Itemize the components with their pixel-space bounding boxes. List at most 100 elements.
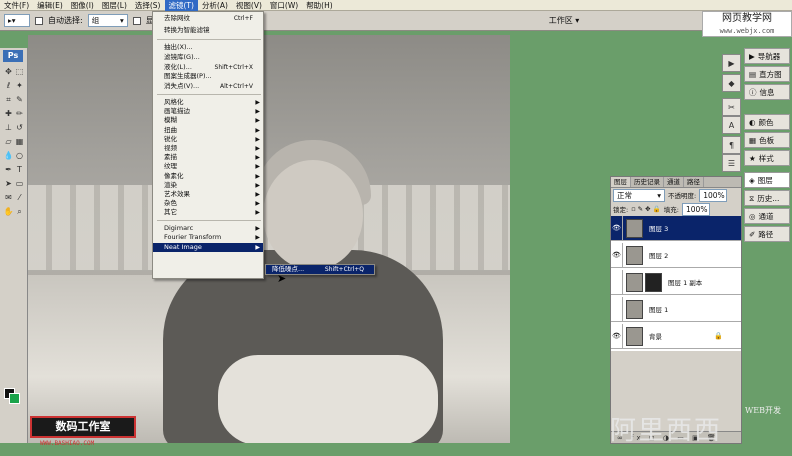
notes-tool-icon[interactable]: ✉ (3, 192, 14, 203)
clone-stamp-icon[interactable]: ⊥ (3, 122, 14, 133)
menu-0[interactable]: 文件(F) (0, 0, 33, 11)
filter-plugin-0[interactable]: Digimarc ▶ (153, 224, 263, 233)
filter-category-3[interactable]: 扭曲 ▶ (153, 126, 263, 135)
healing-brush-icon[interactable]: ✚ (3, 108, 14, 119)
filter-category-6[interactable]: 素描 ▶ (153, 153, 263, 162)
dock-button-5[interactable]: ☰ (722, 154, 741, 172)
tab-1[interactable]: 历史记录 (631, 177, 664, 187)
dock-panel-group1-0[interactable]: ▶ 导航器 (744, 48, 790, 64)
hand-tool-icon[interactable]: ✋ (3, 206, 14, 217)
marquee-tool-icon[interactable]: ⬚ (14, 66, 25, 77)
filter-category-5[interactable]: 视频 ▶ (153, 144, 263, 153)
visibility-eye-icon[interactable] (611, 296, 623, 322)
menu-9[interactable]: 帮助(H) (302, 0, 337, 11)
visibility-eye-icon[interactable]: 👁 (611, 215, 623, 241)
dock-panel-group3-2[interactable]: ◎ 通道 (744, 208, 790, 224)
filter-top-1[interactable]: 转换为智能滤镜 (153, 26, 263, 35)
pen-tool-icon[interactable]: ✒ (3, 164, 14, 175)
menu-5[interactable]: 滤镜(T) (164, 0, 198, 11)
dock-panel-group3-1[interactable]: ⧖ 历史... (744, 190, 790, 206)
magic-wand-icon[interactable]: ✦ (14, 80, 25, 91)
filter-category-7[interactable]: 纹理 ▶ (153, 162, 263, 171)
auto-select-checkbox[interactable] (35, 16, 43, 25)
tool-preset-picker[interactable]: ▸▾ (4, 14, 30, 27)
opacity-field[interactable]: 100% (699, 188, 728, 202)
document-canvas[interactable] (28, 35, 510, 443)
filter-category-11[interactable]: 杂色 ▶ (153, 199, 263, 208)
filter-category-0[interactable]: 风格化 ▶ (153, 98, 263, 107)
dock-button-3[interactable]: A (722, 116, 741, 134)
path-select-icon[interactable]: ➤ (3, 178, 14, 189)
layer-row[interactable]: 👁 图层 3 (611, 215, 741, 241)
lasso-tool-icon[interactable]: ℓ (3, 80, 14, 91)
shape-tool-icon[interactable]: ▭ (14, 178, 25, 189)
dock-panel-group3-0[interactable]: ◈ 图层 (744, 172, 790, 188)
auto-select-dropdown[interactable]: 组 ▾ (87, 14, 128, 27)
workspace-menu[interactable]: 工作区 ▾ (549, 15, 580, 26)
dock-panel-group2-2[interactable]: ★ 样式 (744, 150, 790, 166)
filter-plugin-2[interactable]: Neat Image ▶ (153, 242, 263, 252)
dock-panel-label: 直方图 (759, 69, 782, 79)
filter-category-12[interactable]: 其它 ▶ (153, 208, 263, 217)
eyedropper-icon[interactable]: ⁄ (14, 192, 25, 203)
filter-category-1[interactable]: 画笔描边 ▶ (153, 107, 263, 116)
filter-category-10[interactable]: 艺术效果 ▶ (153, 190, 263, 199)
history-brush-icon[interactable]: ↺ (14, 122, 25, 133)
zoom-tool-icon[interactable]: ⌕ (14, 206, 25, 217)
filter-top-0[interactable]: 去除网纹 Ctrl+F (153, 14, 263, 23)
dock-button-2[interactable]: ✂ (722, 98, 741, 116)
filter-category-2[interactable]: 模糊 ▶ (153, 116, 263, 125)
show-transform-checkbox[interactable] (132, 16, 141, 25)
blur-tool-icon[interactable]: 💧 (3, 150, 14, 161)
filter-plugin-1[interactable]: Fourier Transform ▶ (153, 233, 263, 242)
menu-8[interactable]: 窗口(W) (266, 0, 302, 11)
info-icon: ⓘ (749, 87, 757, 97)
menu-3[interactable]: 图层(L) (98, 0, 131, 11)
dock-button-4[interactable]: ¶ (722, 136, 741, 154)
gradient-tool-icon[interactable]: ▦ (14, 136, 25, 147)
filter-group2-3[interactable]: 图案生成器(P)... (153, 72, 263, 81)
fill-field[interactable]: 100% (682, 202, 710, 216)
filter-group2-1[interactable]: 滤镜库(G)... (153, 53, 263, 62)
filter-group2-4[interactable]: 消失点(V)... Alt+Ctrl+V (153, 82, 263, 91)
menu-7[interactable]: 视图(V) (232, 0, 266, 11)
background-color-swatch[interactable] (9, 393, 20, 404)
menu-4[interactable]: 选择(S) (131, 0, 165, 11)
crop-tool-icon[interactable]: ⌗ (3, 94, 14, 105)
layer-row[interactable]: 👁 图层 2 (611, 242, 741, 268)
filter-item-label: 图案生成器(P)... (164, 72, 212, 81)
filter-group2-2[interactable]: 液化(L)... Shift+Ctrl+X (153, 63, 263, 72)
dock-panel-group1-1[interactable]: ▤ 直方图 (744, 66, 790, 82)
menu-6[interactable]: 分析(A) (198, 0, 232, 11)
menu-1[interactable]: 编辑(E) (33, 0, 67, 11)
dodge-tool-icon[interactable]: ○ (14, 150, 25, 161)
blend-mode-select[interactable]: 正常 ▾ (613, 188, 665, 202)
slice-tool-icon[interactable]: ✎ (14, 94, 25, 105)
dock-panel-group3-3[interactable]: ✐ 路径 (744, 226, 790, 242)
eraser-tool-icon[interactable]: ▱ (3, 136, 14, 147)
visibility-eye-icon[interactable] (611, 269, 623, 295)
filter-category-9[interactable]: 渲染 ▶ (153, 181, 263, 190)
menu-2[interactable]: 图像(I) (67, 0, 98, 11)
visibility-eye-icon[interactable]: 👁 (611, 323, 623, 349)
filter-category-8[interactable]: 像素化 ▶ (153, 172, 263, 181)
dock-panel-group2-1[interactable]: ▦ 色板 (744, 132, 790, 148)
brush-tool-icon[interactable]: ✏ (14, 108, 25, 119)
dock-button-0[interactable]: ▶ (722, 54, 741, 72)
type-tool-icon[interactable]: T (14, 164, 25, 175)
layer-row[interactable]: 图层 1 (611, 296, 741, 322)
layer-row[interactable]: 图层 1 副本 (611, 269, 741, 295)
filter-group2-0[interactable]: 抽出(X)... (153, 43, 263, 52)
dock-panel-group2-0[interactable]: ◐ 颜色 (744, 114, 790, 130)
visibility-eye-icon[interactable]: 👁 (611, 242, 623, 268)
tab-0[interactable]: 图层 (611, 177, 631, 187)
filter-category-4[interactable]: 锐化 ▶ (153, 135, 263, 144)
lock-icons[interactable]: ▫ ✎ ✥ 🔒 (631, 205, 661, 213)
tab-2[interactable]: 通道 (664, 177, 684, 187)
move-tool-icon[interactable]: ✥ (3, 66, 14, 77)
dock-button-1[interactable]: ◆ (722, 74, 741, 92)
tab-3[interactable]: 路径 (684, 177, 704, 187)
layer-row[interactable]: 👁 背景 🔒 (611, 323, 741, 349)
dock-panel-group1-2[interactable]: ⓘ 信息 (744, 84, 790, 100)
options-bar: ▸▾ 自动选择: 组 ▾ 显 工作区 ▾ (0, 11, 792, 31)
